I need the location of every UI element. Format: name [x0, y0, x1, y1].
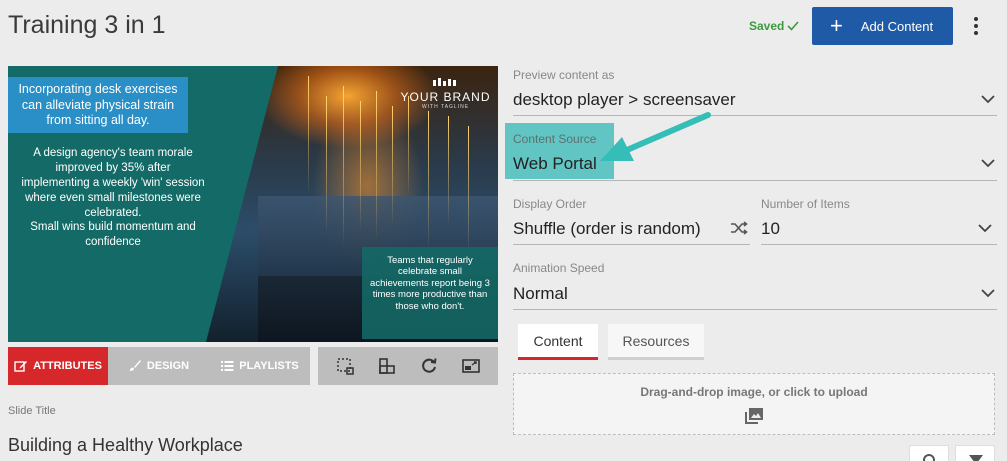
content-tabs: Content Resources: [518, 324, 704, 360]
image-upload-dropzone[interactable]: Drag-and-drop image, or click to upload: [513, 373, 995, 435]
check-icon: [787, 21, 799, 31]
search-icon: [923, 454, 935, 461]
brand-name: YOUR BRAND: [400, 90, 491, 104]
shuffle-icon: [731, 221, 748, 235]
refresh-icon[interactable]: [419, 356, 439, 376]
tab-resources[interactable]: Resources: [608, 324, 704, 360]
editor-tabs: ATTRIBUTES DESIGN PLAYLISTS: [8, 347, 310, 385]
preview-toolbar: [318, 347, 498, 385]
display-order-label: Display Order: [513, 197, 587, 211]
upload-label: Drag-and-drop image, or click to upload: [640, 385, 868, 399]
add-content-button[interactable]: + Add Content: [812, 7, 953, 45]
preview-as-label: Preview content as: [513, 68, 615, 82]
chevron-down-icon[interactable]: [981, 288, 995, 298]
crop-select-icon[interactable]: [335, 356, 355, 376]
image-upload-icon: [745, 408, 763, 424]
brand-tagline: WITH TAGLINE: [421, 104, 470, 110]
tab-attributes[interactable]: ATTRIBUTES: [8, 347, 108, 385]
tab-design[interactable]: DESIGN: [108, 347, 209, 385]
filter-button[interactable]: [955, 445, 995, 461]
content-source-select[interactable]: Web Portal: [513, 154, 597, 174]
num-items-select[interactable]: 10: [761, 219, 780, 239]
list-icon: [221, 361, 234, 371]
animation-speed-select[interactable]: Normal: [513, 284, 568, 304]
more-options-icon[interactable]: [966, 14, 986, 38]
brand-mark-icon: [432, 78, 456, 86]
plus-icon: +: [830, 13, 843, 38]
add-content-label: Add Content: [860, 18, 934, 34]
content-source-label: Content Source: [513, 132, 597, 146]
filter-icon: [969, 455, 983, 461]
search-button[interactable]: [909, 445, 949, 461]
tagline-text: Small wins build momentum and confidence: [30, 221, 196, 248]
slide-preview[interactable]: Incorporating desk exercises can allevia…: [8, 66, 498, 342]
display-order-select[interactable]: Shuffle (order is random): [513, 219, 701, 239]
slide-title-input[interactable]: Building a Healthy Workplace: [8, 435, 243, 456]
layout-icon[interactable]: [377, 356, 397, 376]
annotation-arrow-icon: [600, 112, 711, 161]
page-title: Training 3 in 1: [8, 11, 166, 39]
stat-box: Teams that regularly celebrate small ach…: [362, 247, 498, 339]
slide-title-label: Slide Title: [8, 405, 56, 417]
saved-status: Saved: [749, 19, 799, 33]
edit-icon: [14, 361, 28, 372]
chevron-down-icon[interactable]: [981, 94, 995, 104]
stat-text: A design agency's team morale improved b…: [21, 147, 205, 219]
brand-logo: YOUR BRAND WITH TAGLINE: [398, 78, 493, 110]
chevron-down-icon[interactable]: [981, 158, 995, 168]
tab-playlists[interactable]: PLAYLISTS: [209, 347, 310, 385]
chevron-down-icon[interactable]: [978, 223, 992, 233]
tab-content[interactable]: Content: [518, 324, 598, 360]
num-items-label: Number of Items: [761, 197, 850, 211]
saved-label: Saved: [749, 19, 785, 33]
screen-resize-icon[interactable]: [461, 356, 481, 376]
callout-text: Incorporating desk exercises can allevia…: [8, 77, 188, 133]
brush-icon: [129, 360, 141, 371]
animation-speed-label: Animation Speed: [513, 261, 605, 275]
